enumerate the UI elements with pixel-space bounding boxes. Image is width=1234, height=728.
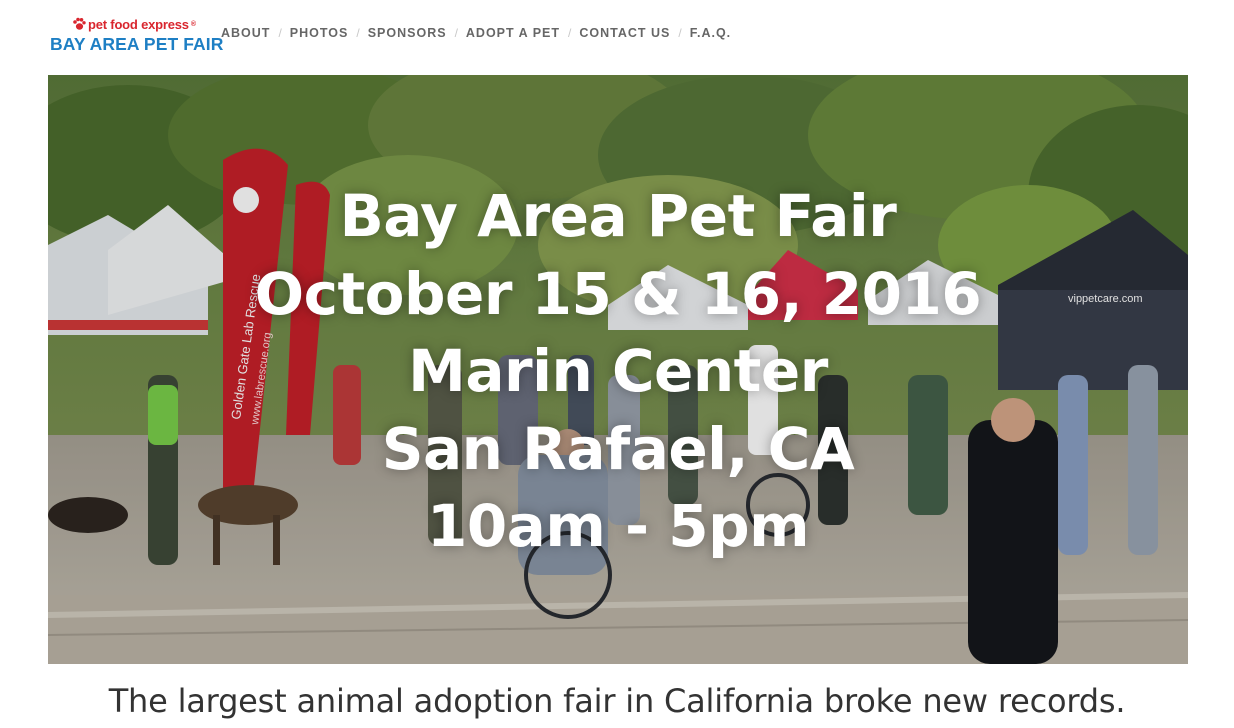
site-header: pet food express ® BAY AREA PET FAIR ABOU… [0, 0, 1234, 75]
hero-city: San Rafael, CA [381, 414, 855, 483]
logo-title: BAY AREA PET FAIR [50, 34, 224, 54]
hero-title: Bay Area Pet Fair [339, 182, 897, 250]
main-nav: ABOUT / PHOTOS / SPONSORS / ADOPT A PET … [221, 26, 731, 40]
nav-faq[interactable]: F.A.Q. [690, 26, 731, 40]
brand-line: pet food express ® [72, 16, 196, 32]
site-logo[interactable]: pet food express ® BAY AREA PET FAIR [50, 14, 223, 56]
registered-mark: ® [190, 20, 196, 28]
nav-contact-us[interactable]: CONTACT US [579, 26, 670, 40]
brand-name: pet food express [88, 16, 189, 32]
hero-hours: 10am - 5pm [426, 492, 810, 560]
nav-separator: / [454, 26, 458, 40]
hero-headline: Bay Area Pet Fair October 15 & 16, 2016 … [48, 178, 1188, 566]
hero-banner: vippetcare.com Golden Gate Lab Rescue ww… [48, 75, 1188, 664]
nav-adopt-a-pet[interactable]: ADOPT A PET [466, 26, 560, 40]
nav-photos[interactable]: PHOTOS [290, 26, 349, 40]
nav-separator: / [356, 26, 360, 40]
nav-separator: / [278, 26, 282, 40]
tagline: The largest animal adoption fair in Cali… [108, 682, 1126, 720]
hero-venue: Marin Center [408, 337, 828, 405]
hero-dates: October 15 & 16, 2016 [254, 259, 982, 328]
nav-separator: / [678, 26, 682, 40]
paw-icon [73, 17, 86, 30]
nav-sponsors[interactable]: SPONSORS [368, 26, 447, 40]
nav-about[interactable]: ABOUT [221, 26, 270, 40]
nav-separator: / [568, 26, 572, 40]
